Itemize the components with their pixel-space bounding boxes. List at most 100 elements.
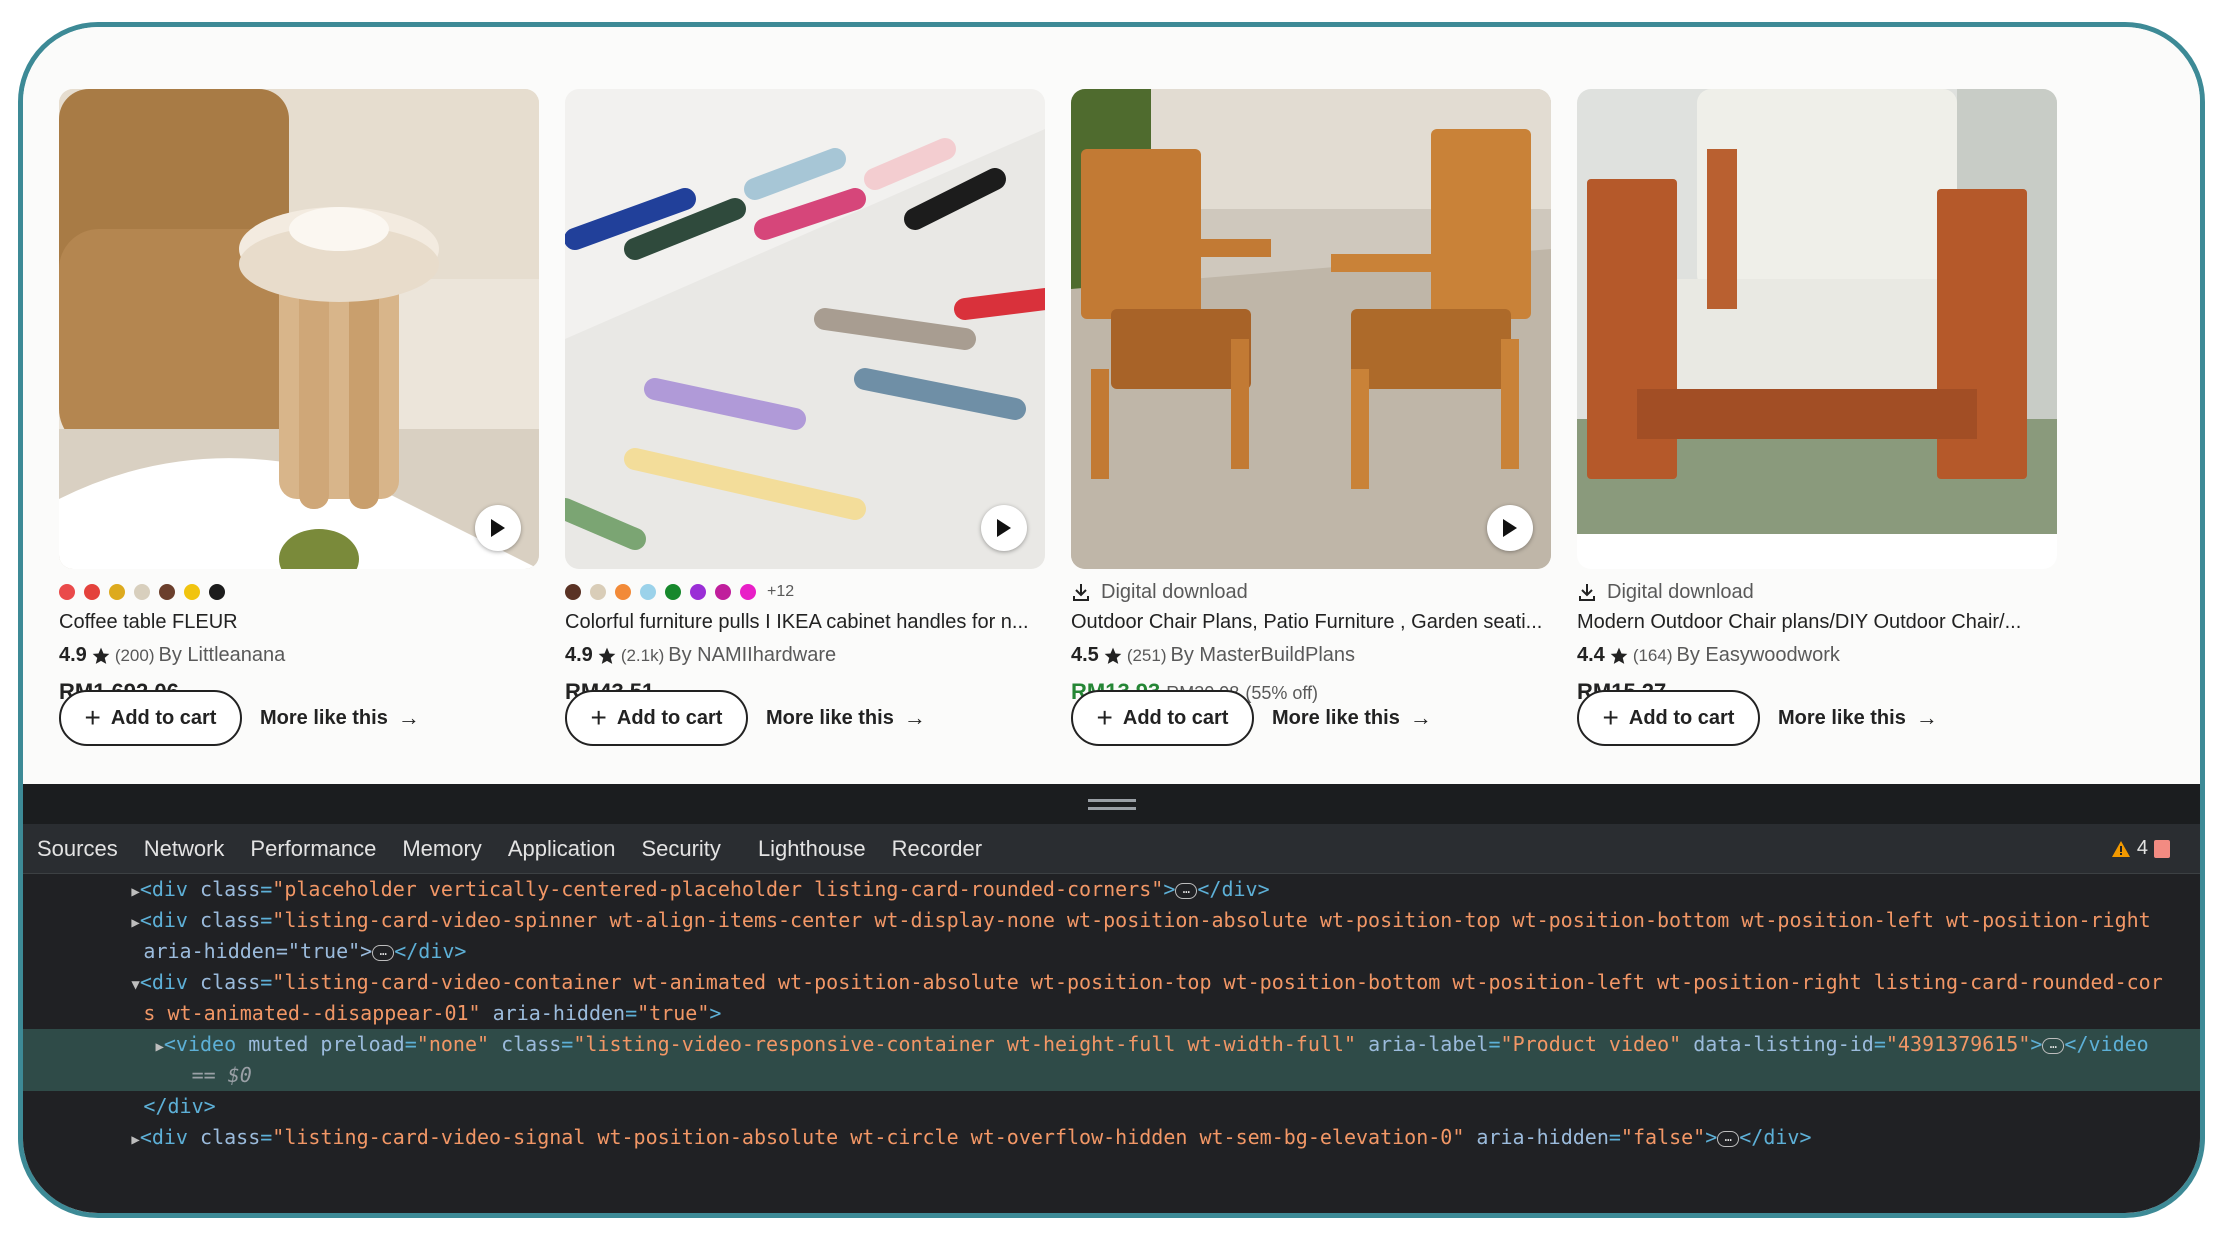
tab-network[interactable]: Network — [131, 836, 238, 862]
color-swatch[interactable] — [84, 584, 100, 600]
download-icon — [1579, 584, 1595, 601]
shop-name[interactable]: By MasterBuildPlans — [1171, 644, 1356, 667]
add-to-cart-button[interactable]: + Add to cart — [59, 690, 242, 746]
color-swatch[interactable] — [740, 584, 756, 600]
add-to-cart-label: Add to cart — [1122, 706, 1229, 729]
color-swatch[interactable] — [590, 584, 606, 600]
arrow-right-icon: → — [1915, 705, 1938, 730]
closing-tag: </div> — [143, 1094, 216, 1118]
arrow-right-icon: → — [397, 705, 420, 730]
add-to-cart-button[interactable]: + Add to cart — [1071, 690, 1254, 746]
shop-name[interactable]: By NAMIIhardware — [668, 644, 836, 667]
attr-value: "false" — [1620, 1125, 1706, 1149]
ellipsis-icon[interactable]: … — [1717, 1130, 1740, 1147]
star-icon — [92, 647, 110, 664]
play-video-button[interactable] — [981, 505, 1027, 551]
tab-lighthouse[interactable]: Lighthouse — [734, 836, 879, 862]
star-icon — [598, 647, 616, 664]
color-swatch[interactable] — [640, 584, 656, 600]
color-swatch[interactable] — [615, 584, 631, 600]
devtools-panel: Sources Network Performance Memory Appli… — [23, 784, 2200, 1213]
warning-icon — [2111, 840, 2130, 857]
devtools-resize-handle[interactable] — [23, 784, 2200, 824]
ellipsis-icon[interactable]: … — [372, 944, 395, 961]
collapse-triangle-icon[interactable]: ▼ — [131, 977, 139, 993]
product-rating: 4.5 (251) By MasterBuildPlans — [1071, 644, 1551, 667]
dom-node-line-wrap[interactable]: s wt-animated--disappear-01" aria-hidden… — [23, 998, 2200, 1029]
product-image[interactable] — [59, 89, 539, 569]
warning-count: 4 — [2136, 837, 2148, 859]
play-video-button[interactable] — [475, 505, 521, 551]
product-card[interactable]: Digital download Outdoor Chair Plans, Pa… — [1071, 89, 1551, 705]
screenshot-frame: Coffee table FLEUR 4.9 (200) By Littlean… — [18, 22, 2205, 1218]
devtools-tab-bar: Sources Network Performance Memory Appli… — [23, 824, 2200, 874]
product-title[interactable]: Coffee table FLEUR — [59, 611, 539, 634]
product-image[interactable] — [1071, 89, 1551, 569]
dom-node-line-wrap[interactable]: aria-hidden="true">… </div> — [23, 936, 2200, 967]
color-swatch[interactable] — [134, 584, 150, 600]
dom-node-line[interactable]: ▶<div class="listing-card-video-signal w… — [23, 1122, 2200, 1153]
tab-sources[interactable]: Sources — [23, 836, 131, 862]
color-swatch[interactable] — [159, 584, 175, 600]
product-title[interactable]: Colorful furniture pulls I IKEA cabinet … — [565, 611, 1045, 634]
more-like-this-link[interactable]: More like this → — [1778, 705, 1938, 731]
add-to-cart-button[interactable]: + Add to cart — [1577, 690, 1760, 746]
download-icon — [1073, 584, 1089, 601]
color-swatch[interactable] — [184, 584, 200, 600]
ellipsis-icon[interactable]: … — [1175, 882, 1198, 899]
tab-recorder[interactable]: Recorder — [879, 836, 995, 862]
color-swatch[interactable] — [665, 584, 681, 600]
tab-memory[interactable]: Memory — [389, 836, 494, 862]
product-rating: 4.4 (164) By Easywoodwork — [1577, 644, 2057, 667]
issues-counter[interactable]: 4 — [2111, 837, 2170, 860]
selected-dom-node[interactable]: ▶<video muted preload="none" class="list… — [23, 1029, 2200, 1060]
attr-value: "listing-card-video-signal wt-position-a… — [272, 1125, 1465, 1149]
expand-triangle-icon[interactable]: ▶ — [155, 1039, 163, 1055]
dom-node-line[interactable]: ▼<div class="listing-card-video-containe… — [23, 967, 2200, 998]
dom-node-line[interactable]: ▶<div class="listing-card-video-spinner … — [23, 905, 2200, 936]
review-count: (251) — [1126, 645, 1167, 665]
product-card[interactable]: Digital download Modern Outdoor Chair pl… — [1577, 89, 2057, 705]
add-to-cart-label: Add to cart — [1628, 706, 1735, 729]
error-icon — [2154, 839, 2170, 858]
tab-performance[interactable]: Performance — [237, 836, 389, 862]
expand-triangle-icon[interactable]: ▶ — [131, 1132, 139, 1148]
product-title[interactable]: Outdoor Chair Plans, Patio Furniture , G… — [1071, 611, 1551, 634]
star-icon — [1610, 647, 1628, 664]
color-swatch[interactable] — [59, 584, 75, 600]
expand-triangle-icon[interactable]: ▶ — [131, 915, 139, 931]
arrow-right-icon: → — [903, 705, 926, 730]
more-like-this-link[interactable]: More like this → — [766, 705, 926, 731]
add-to-cart-button[interactable]: + Add to cart — [565, 690, 748, 746]
more-like-this-link[interactable]: More like this → — [1272, 705, 1432, 731]
dom-node-line[interactable]: ▶<div class="placeholder vertically-cent… — [23, 874, 2200, 905]
expand-triangle-icon[interactable]: ▶ — [131, 884, 139, 900]
product-card[interactable]: +12 Colorful furniture pulls I IKEA cabi… — [565, 89, 1045, 705]
dom-node-line[interactable]: </div> — [23, 1091, 2200, 1122]
ellipsis-icon[interactable]: … — [2042, 1037, 2065, 1054]
product-title[interactable]: Modern Outdoor Chair plans/DIY Outdoor C… — [1577, 611, 2057, 634]
product-image[interactable] — [565, 89, 1045, 569]
outdoor-chair-photo — [1071, 89, 1551, 569]
color-swatch[interactable] — [209, 584, 225, 600]
rating-value: 4.4 — [1577, 644, 1605, 666]
tab-security[interactable]: Security — [628, 836, 733, 862]
shop-name[interactable]: By Littleanana — [159, 644, 286, 667]
shop-name[interactable]: By Easywoodwork — [1677, 644, 1840, 667]
play-video-button[interactable] — [1487, 505, 1533, 551]
color-swatch[interactable] — [715, 584, 731, 600]
color-swatch[interactable] — [690, 584, 706, 600]
digital-download-label: Digital download — [1101, 580, 1248, 603]
coffee-table-photo — [59, 89, 539, 569]
product-image[interactable] — [1577, 89, 2057, 569]
color-swatch[interactable] — [109, 584, 125, 600]
color-swatch[interactable] — [565, 584, 581, 600]
plus-icon: + — [1602, 702, 1619, 733]
product-card[interactable]: Coffee table FLEUR 4.9 (200) By Littlean… — [59, 89, 539, 705]
add-to-cart-label: Add to cart — [110, 706, 217, 729]
tab-application[interactable]: Application — [495, 836, 629, 862]
more-like-this-label: More like this — [766, 706, 894, 729]
more-like-this-link[interactable]: More like this → — [260, 705, 420, 731]
play-icon — [997, 519, 1011, 537]
color-swatches: +12 — [565, 581, 1045, 603]
